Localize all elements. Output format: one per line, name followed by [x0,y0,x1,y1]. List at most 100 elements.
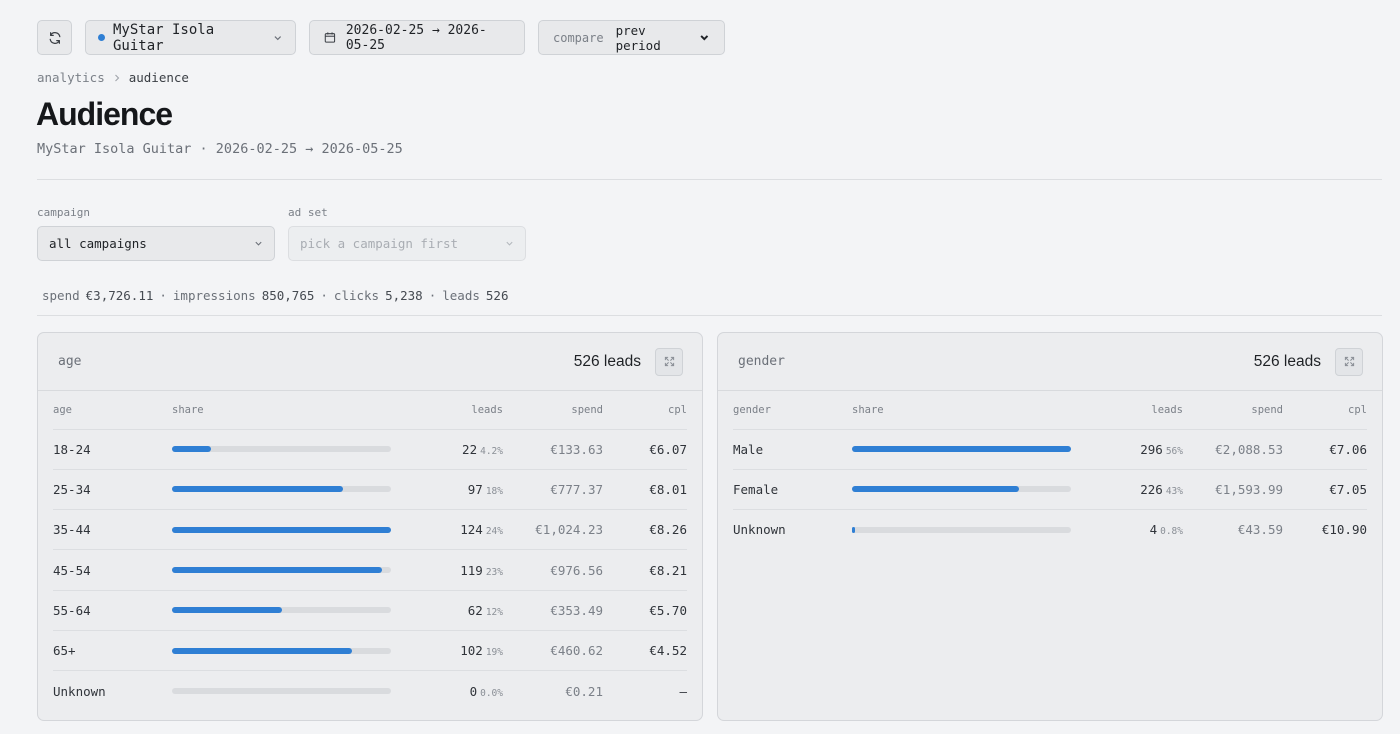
share-bar-fill [172,526,391,533]
compare-value: prev period [615,22,661,53]
row-cpl: €6.07 [603,429,687,470]
share-bar [172,607,391,614]
row-dimension: 65+ [53,630,172,672]
compare-selector[interactable]: compare prev period [538,20,725,55]
panel-title: age [58,354,82,369]
row-leads-value: 62 [467,602,483,618]
summary-separator: · [159,288,167,303]
row-leads-pct: 19% [485,647,503,659]
row-cpl: €7.05 [1283,469,1367,511]
row-cpl: €5.70 [603,590,687,631]
breadcrumb: analytics audience [37,70,189,85]
row-share [172,509,391,551]
row-cpl: €8.21 [603,549,687,591]
header-spend[interactable]: spend [503,392,603,430]
row-dimension: Unknown [53,683,106,699]
row-leads-value: 97 [467,481,483,497]
account-status-dot [98,34,105,41]
header-share[interactable]: share [852,392,1071,430]
share-bar-fill [172,607,282,614]
adset-select-placeholder: pick a campaign first [300,236,459,251]
header-age[interactable]: age [53,392,172,430]
row-leads-value: 4 [1149,522,1158,538]
header-share[interactable]: share [172,392,391,430]
table-row: Unknown 4 0.8% €43.59 €10.90 [733,510,1367,550]
share-bar [172,567,391,574]
share-bar [852,446,1071,453]
row-leads-value: 296 [1140,441,1163,457]
adset-select[interactable]: pick a campaign first [288,226,526,261]
row-leads-pct: 4.2% [480,445,503,457]
toolbar: MyStar Isola Guitar 2026-02-25 → 2026-05… [37,20,725,55]
row-dimension: Unknown [733,522,786,538]
breadcrumb-audience: audience [128,70,189,85]
table-row: 55-64 62 12% €353.49 €5.70 [53,590,687,631]
expand-button[interactable] [1335,347,1363,376]
account-selector[interactable]: MyStar Isola Guitar [85,20,296,55]
share-bar [172,486,391,493]
row-spend: €0.21 [565,683,603,699]
share-bar [172,688,391,695]
panel-total-leads: 526 leads [1253,352,1321,370]
header-spend[interactable]: spend [1183,392,1283,430]
refresh-button[interactable] [37,20,72,55]
row-leads: 119 23% [391,549,503,591]
row-dimension: 35-44 [53,509,172,551]
row-leads-pct: 43% [1165,485,1183,497]
table-row: 25-34 97 18% €777.37 €8.01 [53,469,687,511]
header-leads[interactable]: leads [1071,392,1183,430]
header-cpl[interactable]: cpl [603,392,687,430]
page-title: Audience [36,96,173,132]
header-cpl[interactable]: cpl [1283,392,1367,430]
expand-button[interactable] [655,347,683,376]
date-range-label: 2026-02-25 → 2026-05-25 [345,22,487,53]
row-leads-value: 102 [460,643,483,659]
table-row: Unknown 0 0.0% €0.21 — [53,671,687,711]
row-cpl: — [679,683,687,699]
row-leads-pct: 24% [485,526,503,538]
row-share [852,469,1071,511]
breadcrumb-analytics[interactable]: analytics [37,70,105,85]
row-spend: €43.59 [1237,522,1283,538]
row-share [172,429,391,470]
row-leads-value: 226 [1140,481,1163,497]
summary-separator: · [428,288,437,303]
row-spend: €353.49 [503,590,603,631]
header-gender[interactable]: gender [733,392,852,430]
share-bar-fill [172,446,211,453]
summary-clicks-value: 5,238 [385,288,423,303]
row-leads: 97 18% [391,469,503,511]
chevron-down-icon [274,35,282,40]
table-row: 45-54 119 23% €976.56 €8.21 [53,549,687,591]
summary-clicks-key: clicks [333,288,380,303]
gender-panel: gender 526 leads gender share leads spen… [717,332,1383,721]
date-range-picker[interactable]: 2026-02-25 → 2026-05-25 [309,20,525,55]
row-leads: 22 4.2% [391,429,503,470]
share-bar [172,526,391,533]
share-bar-fill [852,486,1020,493]
row-spend: €976.56 [503,549,603,591]
row-dimension: Female [733,469,852,511]
row-leads-value: 22 [462,441,478,457]
row-dimension: 18-24 [53,429,172,470]
row-leads-pct: 23% [485,566,503,578]
row-cpl: €4.52 [603,630,687,672]
header-leads[interactable]: leads [391,392,503,430]
row-spend: €2,088.53 [1183,429,1283,470]
panel-total-leads: 526 leads [573,352,641,370]
summary-stats: spend €3,726.11 · impressions 850,765 · … [42,288,508,303]
summary-spend-value: €3,726.11 [85,288,154,303]
row-spend: €1,024.23 [503,509,603,551]
row-leads-pct: 18% [485,485,503,497]
summary-spend-key: spend [42,288,80,303]
table-header-row: age share leads spend cpl [53,392,687,430]
row-spend: €1,593.99 [1183,469,1283,511]
share-bar [852,526,1071,533]
row-leads-pct: 0.0% [480,687,503,699]
share-bar-fill [852,526,856,533]
row-spend: €133.63 [503,429,603,470]
row-spend: €460.62 [503,630,603,672]
chevron-down-icon [700,35,709,41]
campaign-select[interactable]: all campaigns [37,226,275,261]
row-leads: 0 0.0% [391,671,503,711]
